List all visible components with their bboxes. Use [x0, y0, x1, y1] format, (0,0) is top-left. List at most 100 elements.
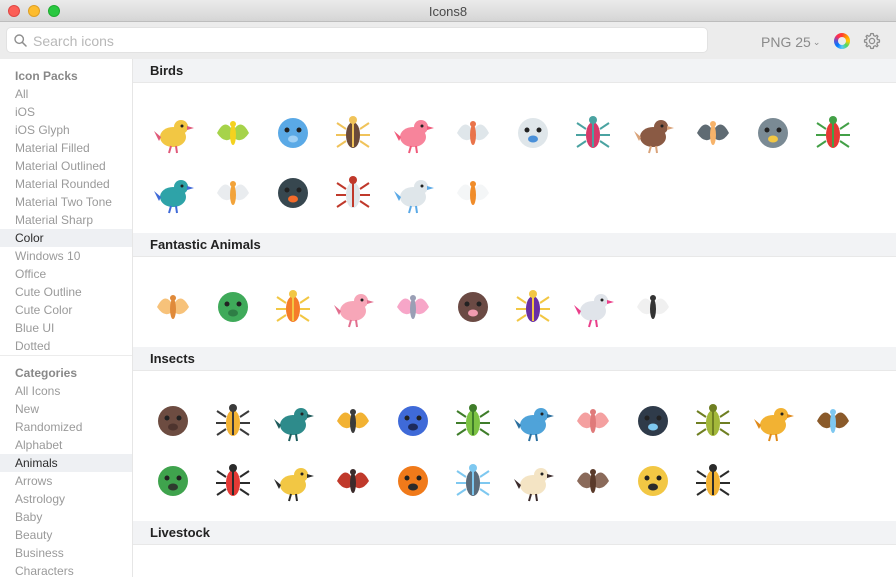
spider-icon-graphic [577, 469, 609, 493]
pelican-icon[interactable] [203, 163, 263, 223]
sidebar-item-beauty[interactable]: Beauty [0, 526, 132, 544]
sidebar-item-dotted[interactable]: Dotted [0, 337, 132, 355]
scarab-icon[interactable] [143, 451, 203, 511]
sidebar-item-material-filled[interactable]: Material Filled [0, 139, 132, 157]
search-icon [14, 34, 27, 47]
dodo-icon[interactable] [503, 277, 563, 337]
sidebar-item-all[interactable]: All [0, 85, 132, 103]
sidebar-item-animals[interactable]: Animals [0, 454, 132, 472]
sidebar-item-business[interactable]: Business [0, 544, 132, 562]
sidebar-item-office[interactable]: Office [0, 265, 132, 283]
search-input[interactable] [33, 31, 693, 51]
gear-icon[interactable] [863, 32, 881, 50]
sidebar-item-all-icons[interactable]: All Icons [0, 382, 132, 400]
fly-icon[interactable] [623, 391, 683, 451]
sidebar-item-cute-outline[interactable]: Cute Outline [0, 283, 132, 301]
worm-icon[interactable] [563, 391, 623, 451]
beetle-teal-icon[interactable] [263, 391, 323, 451]
beetle-teal-icon-graphic [274, 408, 314, 442]
peacock-icon[interactable] [143, 163, 203, 223]
app-window: Icons8 PNG 25⌄ Icon Packs AlliOSiOS Glyp… [0, 0, 896, 577]
sidebar-item-ios[interactable]: iOS [0, 103, 132, 121]
eagle-icon[interactable] [323, 103, 383, 163]
crane-icon[interactable] [323, 163, 383, 223]
sidebar-item-blue-ui[interactable]: Blue UI [0, 319, 132, 337]
dove-icon[interactable] [263, 103, 323, 163]
unicorn-icon[interactable] [563, 277, 623, 337]
owl-icon[interactable] [743, 103, 803, 163]
format-dropdown[interactable]: PNG 25 ⌄ [761, 34, 820, 50]
tick-icon[interactable] [323, 451, 383, 511]
zebra-icon[interactable] [623, 277, 683, 337]
spider-icon[interactable] [563, 451, 623, 511]
sidebar-item-characters[interactable]: Characters [0, 562, 132, 577]
puffin-icon-graphic [278, 178, 308, 208]
sidebar-item-material-sharp[interactable]: Material Sharp [0, 211, 132, 229]
bee-icon-graphic [337, 409, 369, 433]
caterpillar-icon[interactable] [443, 391, 503, 451]
section-header-livestock: Livestock [133, 521, 896, 545]
sidebar-item-baby[interactable]: Baby [0, 508, 132, 526]
sidebar-item-astrology[interactable]: Astrology [0, 490, 132, 508]
stork-baby-icon-graphic [518, 118, 548, 148]
sidebar-item-ios-glyph[interactable]: iOS Glyph [0, 121, 132, 139]
stork-icon[interactable] [443, 103, 503, 163]
sidebar-item-new[interactable]: New [0, 400, 132, 418]
wasp-icon[interactable] [203, 391, 263, 451]
ostrich-icon-graphic [697, 121, 729, 145]
pig-face-icon[interactable] [323, 277, 383, 337]
unicorn-book-icon[interactable] [383, 277, 443, 337]
title-bar: Icons8 [0, 0, 896, 22]
phoenix-icon[interactable] [263, 277, 323, 337]
singing-bird-icon[interactable] [143, 103, 203, 163]
butterfly-blue-icon[interactable] [383, 391, 443, 451]
dragon-icon[interactable] [203, 277, 263, 337]
flamingo-icon[interactable] [383, 103, 443, 163]
chevron-down-icon: ⌄ [812, 37, 821, 47]
sidebar-item-material-outlined[interactable]: Material Outlined [0, 157, 132, 175]
parrot-yellow-icon[interactable] [203, 103, 263, 163]
bat-face-icon-graphic [458, 292, 488, 322]
sidebar-item-windows-10[interactable]: Windows 10 [0, 247, 132, 265]
mosquito-icon-graphic [817, 409, 849, 433]
beehive-icon[interactable] [743, 391, 803, 451]
tiger-butterfly-icon-graphic [638, 466, 668, 496]
ladybug-icon[interactable] [203, 451, 263, 511]
moth-icon-graphic [514, 468, 554, 502]
dragonfly-icon[interactable] [503, 391, 563, 451]
stork-carrying-icon-graphic [394, 180, 434, 214]
mosquito-icon[interactable] [803, 391, 863, 451]
sidebar-item-material-rounded[interactable]: Material Rounded [0, 175, 132, 193]
moth-icon[interactable] [503, 451, 563, 511]
macaw-icon[interactable] [803, 103, 863, 163]
sidebar-item-arrows[interactable]: Arrows [0, 472, 132, 490]
sidebar-item-color[interactable]: Color [0, 229, 132, 247]
sidebar-item-cute-color[interactable]: Cute Color [0, 301, 132, 319]
grasshopper-icon-graphic [696, 404, 730, 436]
mosquito-blue-icon[interactable] [443, 451, 503, 511]
tiger-butterfly-icon[interactable] [623, 451, 683, 511]
hamster-icon[interactable] [143, 277, 203, 337]
ostrich-icon[interactable] [683, 103, 743, 163]
icon-packs-header: Icon Packs [15, 69, 78, 83]
search-box[interactable] [6, 27, 708, 53]
grasshopper-icon[interactable] [683, 391, 743, 451]
swallowtail-icon[interactable] [263, 451, 323, 511]
hornet-icon[interactable] [683, 451, 743, 511]
hummingbird-icon[interactable] [563, 103, 623, 163]
swan-icon[interactable] [443, 163, 503, 223]
bee-icon[interactable] [323, 391, 383, 451]
ant-icon[interactable] [143, 391, 203, 451]
sidebar-item-randomized[interactable]: Randomized [0, 418, 132, 436]
bat-face-icon[interactable] [443, 277, 503, 337]
color-picker-icon[interactable] [834, 33, 850, 49]
sidebar-item-material-two-tone[interactable]: Material Two Tone [0, 193, 132, 211]
sidebar-item-alphabet[interactable]: Alphabet [0, 436, 132, 454]
puffin-icon[interactable] [263, 163, 323, 223]
stork-baby-icon[interactable] [503, 103, 563, 163]
kiwi-icon[interactable] [623, 103, 683, 163]
section-header-fantastic-animals: Fantastic Animals [133, 233, 896, 257]
unicorn-book-icon-graphic [397, 295, 429, 319]
monarch-butterfly-icon[interactable] [383, 451, 443, 511]
stork-carrying-icon[interactable] [383, 163, 443, 223]
